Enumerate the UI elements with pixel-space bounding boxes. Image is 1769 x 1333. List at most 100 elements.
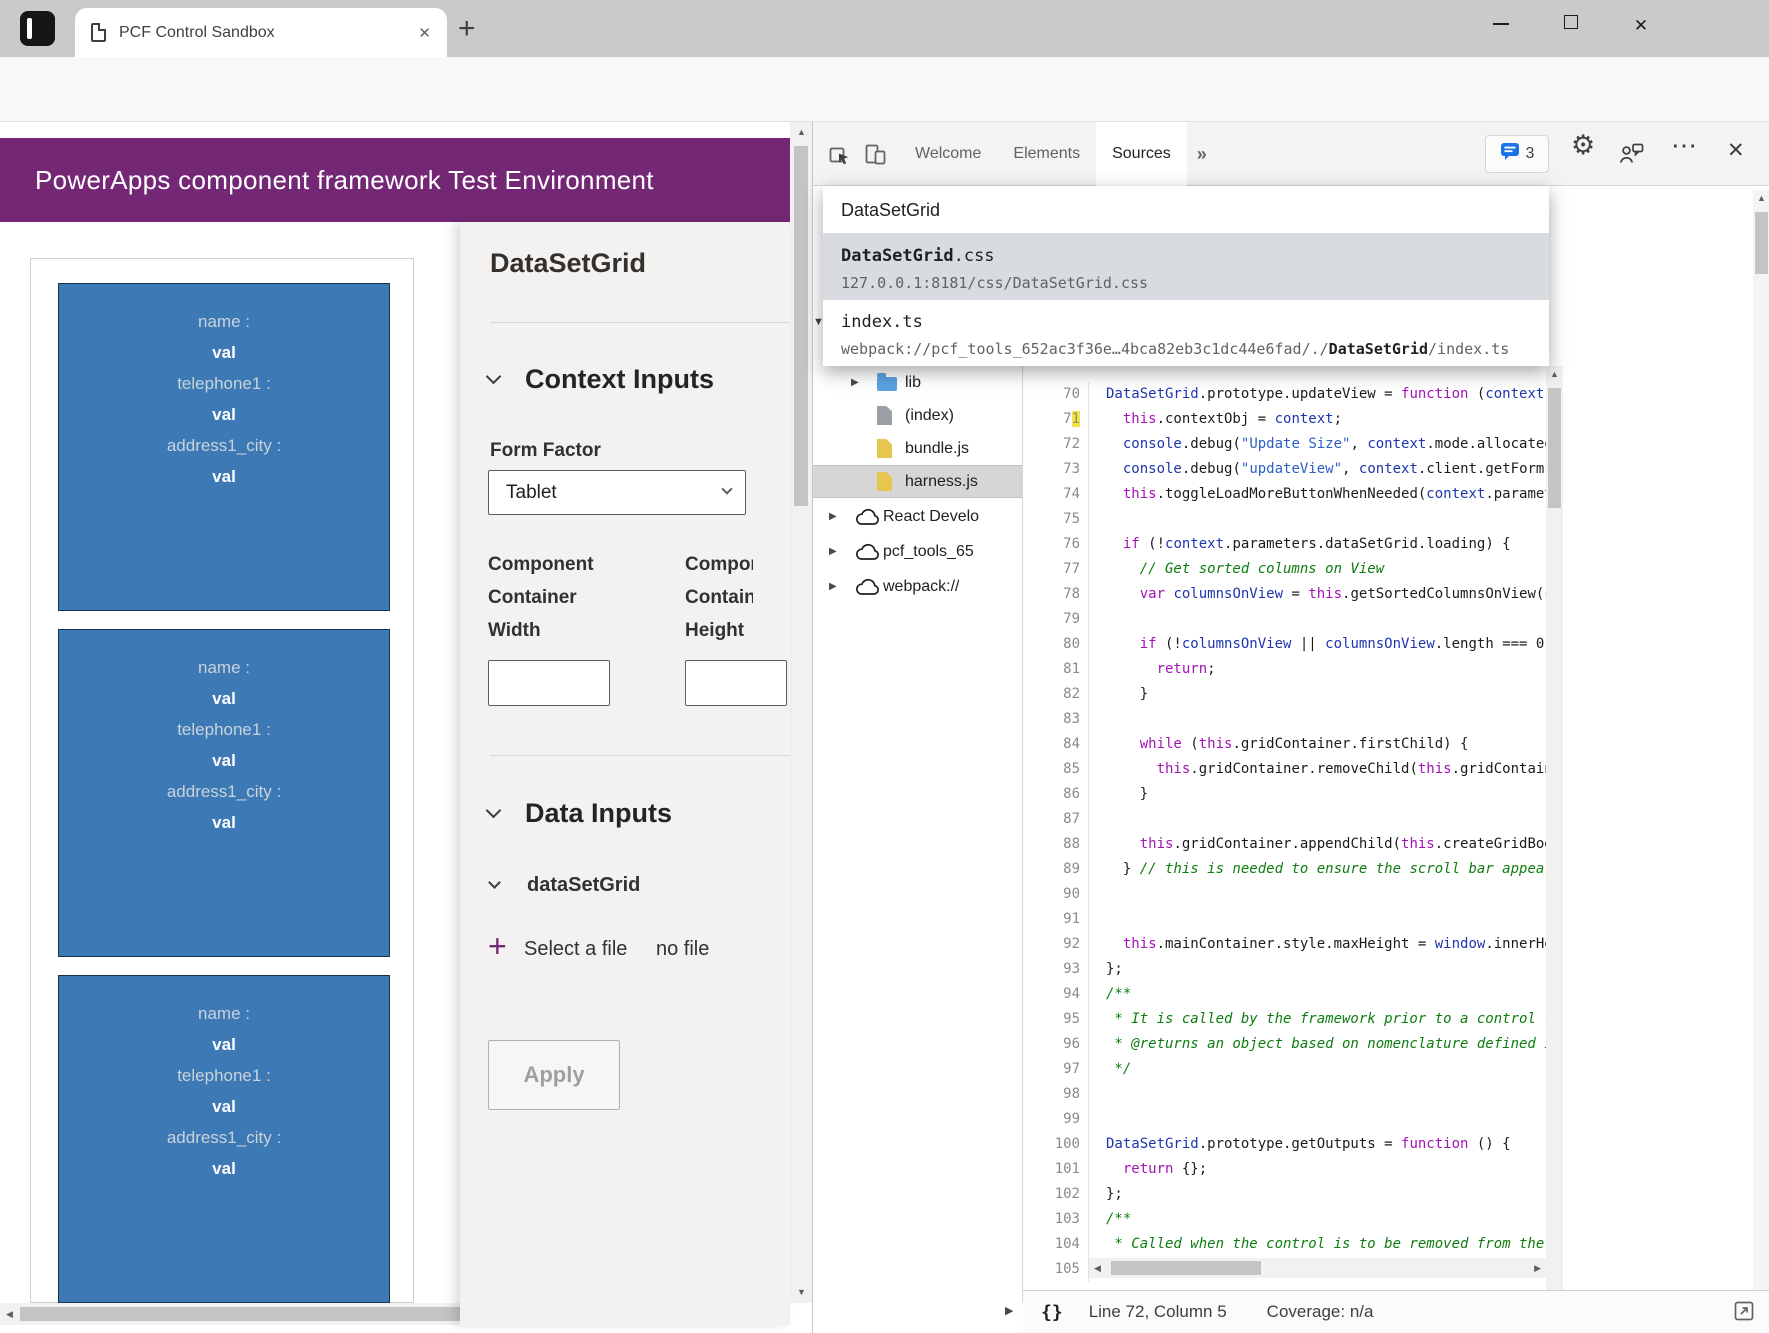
scroll-left-icon[interactable]: ◀ [6,1310,13,1319]
expand-arrow-icon[interactable]: ▶ [829,581,855,592]
panel-expand-icon[interactable] [1732,1299,1756,1328]
line-number[interactable]: 90 [1023,882,1088,907]
scroll-up-icon[interactable]: ▲ [1550,370,1559,379]
code-gutter[interactable]: 7071727374757677787980818283848586878889… [1023,382,1089,1282]
line-number[interactable]: 100 [1023,1132,1088,1157]
field-value: val [59,337,389,368]
line-number[interactable]: 71 [1023,407,1088,432]
file-tree-item-harness-js[interactable]: harness.js [813,465,1022,498]
line-number[interactable]: 96 [1023,1032,1088,1057]
line-number[interactable]: 104 [1023,1232,1088,1257]
scroll-up-icon[interactable]: ▲ [797,128,806,137]
editor-horizontal-scrollbar[interactable]: ◀ ▶ [1089,1258,1546,1278]
line-number[interactable]: 70 [1023,382,1088,407]
file-tree-item-bundle-js[interactable]: bundle.js [813,432,1022,465]
file-name: webpack:// [883,578,959,596]
scroll-down-icon[interactable]: ▼ [797,1288,806,1297]
line-number[interactable]: 83 [1023,707,1088,732]
line-number[interactable]: 84 [1023,732,1088,757]
file-tree-item-webpack[interactable]: ▶ webpack:// [813,570,1022,603]
new-tab-icon[interactable]: + [458,12,476,46]
code-lines[interactable]: DataSetGrid.prototype.updateView = funct… [1106,382,1546,1282]
line-number[interactable]: 82 [1023,682,1088,707]
pretty-print-icon[interactable]: {} [1041,1302,1063,1323]
container-height-input[interactable] [685,660,787,706]
line-number[interactable]: 87 [1023,807,1088,832]
devtools-menu-icon[interactable]: ⋯ [1671,130,1698,161]
line-number[interactable]: 75 [1023,507,1088,532]
quick-open-result[interactable]: index.ts webpack://pcf_tools_652ac3f36e…… [823,300,1549,366]
tab-elements[interactable]: Elements [997,122,1096,186]
line-number[interactable]: 92 [1023,932,1088,957]
scrollbar-thumb[interactable] [1548,388,1561,508]
line-number[interactable]: 98 [1023,1082,1088,1107]
editor-vertical-scrollbar[interactable]: ▲ ▼ [1546,366,1563,1333]
quick-open-input[interactable]: DataSetGrid [823,186,1549,234]
scroll-left-icon[interactable]: ◀ [1094,1264,1101,1273]
scrollbar-thumb[interactable] [794,146,808,506]
page-vertical-scrollbar[interactable]: ▲ ▼ [790,122,812,1303]
plus-icon[interactable]: + [488,928,507,965]
expand-arrow-icon[interactable]: ▶ [851,377,877,388]
line-number[interactable]: 105 [1023,1257,1088,1282]
line-number[interactable]: 94 [1023,982,1088,1007]
chevron-down-icon[interactable] [488,876,501,889]
sidebar-expand-icon[interactable]: ▶ [1005,1304,1013,1317]
line-number[interactable]: 95 [1023,1007,1088,1032]
line-number[interactable]: 78 [1023,582,1088,607]
line-number[interactable]: 102 [1023,1182,1088,1207]
select-file-button[interactable]: Select a file [524,938,627,961]
tab-sources[interactable]: Sources [1096,122,1187,186]
line-number[interactable]: 73 [1023,457,1088,482]
inspect-element-icon[interactable] [827,142,851,171]
line-number[interactable]: 81 [1023,657,1088,682]
scroll-up-icon[interactable]: ▲ [1757,194,1766,203]
container-width-input[interactable] [488,660,610,706]
minimize-icon[interactable] [1486,10,1516,30]
line-number[interactable]: 93 [1023,957,1088,982]
line-number[interactable]: 97 [1023,1057,1088,1082]
line-number[interactable]: 99 [1023,1107,1088,1132]
form-factor-select[interactable]: Tablet [488,470,746,515]
line-number[interactable]: 86 [1023,782,1088,807]
devtools-close-icon[interactable]: ✕ [1727,138,1745,163]
chevron-down-icon[interactable] [486,369,502,385]
window-close-icon[interactable]: ✕ [1626,16,1656,36]
issues-counter[interactable]: 3 [1485,135,1549,173]
browser-tab[interactable]: PCF Control Sandbox ✕ [75,8,447,57]
line-number[interactable]: 76 [1023,532,1088,557]
expand-arrow-icon[interactable]: ▶ [829,546,855,557]
tab-welcome[interactable]: Welcome [899,122,997,186]
scrollbar-thumb[interactable] [1111,1261,1261,1275]
more-tabs-icon[interactable]: » [1187,122,1207,186]
line-number[interactable]: 80 [1023,632,1088,657]
expand-arrow-icon[interactable]: ▶ [829,511,855,522]
divider [490,755,790,756]
maximize-icon[interactable] [1556,14,1586,34]
line-number[interactable]: 72 [1023,432,1088,457]
file-tree-item-react-develo[interactable]: ▶React Develo [813,500,1022,533]
line-number[interactable]: 89 [1023,857,1088,882]
scrollbar-thumb[interactable] [1755,212,1768,274]
line-number[interactable]: 103 [1023,1207,1088,1232]
devtools-vertical-scrollbar[interactable]: ▲ [1753,190,1769,1290]
feedback-icon[interactable] [1619,142,1644,170]
tab-close-icon[interactable]: ✕ [418,24,431,42]
line-number[interactable]: 88 [1023,832,1088,857]
apply-button[interactable]: Apply [488,1040,620,1110]
file-tree-item-lib[interactable]: ▶lib [813,366,1022,399]
line-number[interactable]: 79 [1023,607,1088,632]
line-number[interactable]: 77 [1023,557,1088,582]
line-number[interactable]: 74 [1023,482,1088,507]
line-number[interactable]: 91 [1023,907,1088,932]
device-toolbar-icon[interactable] [863,142,888,171]
workspaces-icon[interactable] [20,11,55,46]
chevron-down-icon[interactable] [486,803,502,819]
file-tree-item-pcf-tools-65[interactable]: ▶pcf_tools_65 [813,535,1022,568]
line-number[interactable]: 101 [1023,1157,1088,1182]
scroll-right-icon[interactable]: ▶ [1534,1264,1541,1273]
file-tree-item-index[interactable]: (index) [813,399,1022,432]
quick-open-result[interactable]: DataSetGrid.css 127.0.0.1:8181/css/DataS… [823,234,1549,300]
line-number[interactable]: 85 [1023,757,1088,782]
settings-gear-icon[interactable]: ⚙ [1571,130,1595,161]
